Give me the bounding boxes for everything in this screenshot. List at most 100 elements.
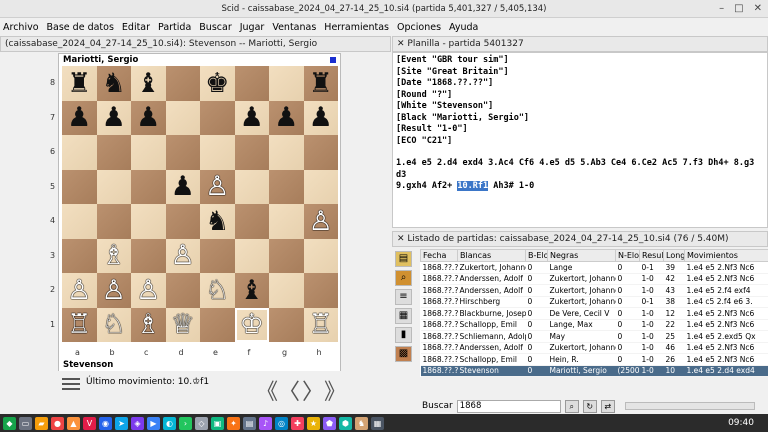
square-g8[interactable] [269, 66, 304, 101]
chess-piece-icon[interactable]: ♔ [240, 311, 264, 338]
browser-icon[interactable]: ● [51, 416, 64, 430]
square-f7[interactable]: ♟ [234, 100, 269, 135]
menu-ventanas[interactable]: Ventanas [272, 22, 316, 33]
table-row[interactable]: 1868.??.??Stevenson0Mariotti, Sergio(250… [420, 365, 768, 377]
square-g1[interactable] [269, 307, 304, 342]
telegram-icon[interactable]: ➤ [115, 416, 128, 430]
start-menu-icon[interactable]: ◆ [3, 416, 16, 430]
chess-piece-icon[interactable]: ♘ [102, 311, 126, 338]
chess-piece-icon[interactable]: ♟ [67, 104, 91, 131]
square-a2[interactable]: ♙ [62, 273, 97, 308]
column-header[interactable]: Movimientos [684, 249, 768, 262]
square-d4[interactable] [165, 204, 200, 239]
app-icon[interactable]: ⬢ [339, 416, 352, 430]
chess-piece-icon[interactable]: ♜ [309, 70, 333, 97]
pgn-current-move[interactable]: 10.Rf1 [457, 181, 489, 191]
square-b4[interactable] [96, 204, 131, 239]
chessboard[interactable]: ♜ ♞ ♝ ♚ ♜ ♟ ♟ ♟ ♟ ♟ ♟ ♟ ♙ ♞ ♙ ♗ ♙ ♙ ♙ ♙ ♘ ♝ ♖ ♘ ♗ ♕ ♔ ♖ [62, 66, 338, 342]
square-h5[interactable] [303, 169, 338, 204]
table-row[interactable]: 1868.??.??Zukertort, Johanne0Lange00-139… [420, 261, 768, 274]
terminal-icon[interactable]: › [179, 416, 192, 430]
app-icon[interactable]: ⬟ [323, 416, 336, 430]
app-icon[interactable]: ♪ [259, 416, 272, 430]
square-h2[interactable] [303, 273, 338, 308]
square-d1[interactable]: ♕ [165, 307, 200, 342]
square-c4[interactable] [131, 204, 166, 239]
nav-last-button[interactable]: 》 [324, 374, 346, 406]
square-c7[interactable]: ♟ [131, 100, 166, 135]
square-f4[interactable] [234, 204, 269, 239]
app-icon[interactable]: ★ [307, 416, 320, 430]
square-c2[interactable]: ♙ [131, 273, 166, 308]
square-b7[interactable]: ♟ [96, 100, 131, 135]
chess-piece-icon[interactable]: ♞ [205, 208, 229, 235]
table-row[interactable]: 1868.??.??Schallopp, Emil0Hein, R.01-026… [420, 353, 768, 366]
square-g7[interactable]: ♟ [269, 100, 304, 135]
scid-icon[interactable]: ♞ [355, 416, 368, 430]
chess-piece-icon[interactable]: ♙ [67, 277, 91, 304]
chess-piece-icon[interactable]: ♙ [102, 277, 126, 304]
app-icon[interactable]: ◎ [275, 416, 288, 430]
chess-piece-icon[interactable]: ♙ [171, 242, 195, 269]
nav-prev-button[interactable]: 〈 [278, 374, 300, 406]
search-input[interactable] [456, 399, 561, 413]
square-e3[interactable] [200, 238, 235, 273]
menu-hamburger-icon[interactable] [62, 376, 80, 390]
square-f2[interactable]: ♝ [234, 273, 269, 308]
table-row[interactable]: 1868.??.??Anderssen, Adolf0Zukertort, Jo… [420, 284, 768, 297]
menu-ayuda[interactable]: Ayuda [449, 22, 478, 33]
chess-piece-icon[interactable]: ♟ [171, 173, 195, 200]
menu-opciones[interactable]: Opciones [397, 22, 441, 33]
chess-piece-icon[interactable]: ♟ [309, 104, 333, 131]
table-row[interactable]: 1868.??.??Schallopp, Emil0Lange, Max01-0… [420, 319, 768, 331]
square-a4[interactable] [62, 204, 97, 239]
sync-icon[interactable]: ⇄ [600, 399, 615, 413]
square-g2[interactable] [269, 273, 304, 308]
table-row[interactable]: 1868.??.??Anderssen, Adolf0Zukertort, Jo… [420, 342, 768, 354]
close-icon[interactable]: ✕ [397, 234, 405, 244]
maximize-icon[interactable]: □ [734, 3, 743, 15]
column-header[interactable]: Fecha [420, 249, 458, 262]
chess-piece-icon[interactable]: ♘ [205, 277, 229, 304]
chess-piece-icon[interactable]: ♝ [136, 70, 160, 97]
square-a5[interactable] [62, 169, 97, 204]
close-icon[interactable]: ✕ [754, 3, 762, 15]
app-icon[interactable]: ▤ [243, 416, 256, 430]
chess-piece-icon[interactable]: ♙ [136, 277, 160, 304]
column-header[interactable]: Result [639, 249, 664, 262]
square-f6[interactable] [234, 135, 269, 170]
app-icon[interactable]: ◇ [195, 416, 208, 430]
square-g6[interactable] [269, 135, 304, 170]
vivaldi-icon[interactable]: V [83, 416, 96, 430]
table-row[interactable]: 1868.??.??Blackburne, Joseph0De Vere, Ce… [420, 307, 768, 320]
chess-piece-icon[interactable]: ♗ [102, 242, 126, 269]
column-header[interactable]: Long [663, 249, 685, 262]
square-e4[interactable]: ♞ [200, 204, 235, 239]
square-f1[interactable]: ♔ [234, 307, 269, 342]
chess-piece-icon[interactable]: ♟ [102, 104, 126, 131]
filter-icon[interactable]: ≡ [395, 289, 412, 305]
square-f8[interactable] [234, 66, 269, 101]
chess-piece-icon[interactable]: ♖ [67, 311, 91, 338]
square-h6[interactable] [303, 135, 338, 170]
app-icon[interactable]: ◐ [163, 416, 176, 430]
square-b6[interactable] [96, 135, 131, 170]
square-a3[interactable] [62, 238, 97, 273]
square-g5[interactable] [269, 169, 304, 204]
square-h7[interactable]: ♟ [303, 100, 338, 135]
menu-editar[interactable]: Editar [122, 22, 150, 33]
brave-icon[interactable]: ▲ [67, 416, 80, 430]
chess-piece-icon[interactable]: ♟ [274, 104, 298, 131]
desktop-icon[interactable]: ▭ [19, 416, 32, 430]
search-icon[interactable]: ⌕ [395, 270, 412, 286]
menu-buscar[interactable]: Buscar [199, 22, 231, 33]
square-f5[interactable] [234, 169, 269, 204]
square-h8[interactable]: ♜ [303, 66, 338, 101]
column-header[interactable]: Negras [547, 249, 616, 262]
chess-piece-icon[interactable]: ♙ [205, 173, 229, 200]
pgn-text[interactable]: [Event "GBR tour sim"] [Site "Great Brit… [392, 52, 768, 228]
chess-piece-icon[interactable]: ♕ [171, 311, 195, 338]
app-icon[interactable]: ▦ [371, 416, 384, 430]
square-h4[interactable]: ♙ [303, 204, 338, 239]
square-c3[interactable] [131, 238, 166, 273]
